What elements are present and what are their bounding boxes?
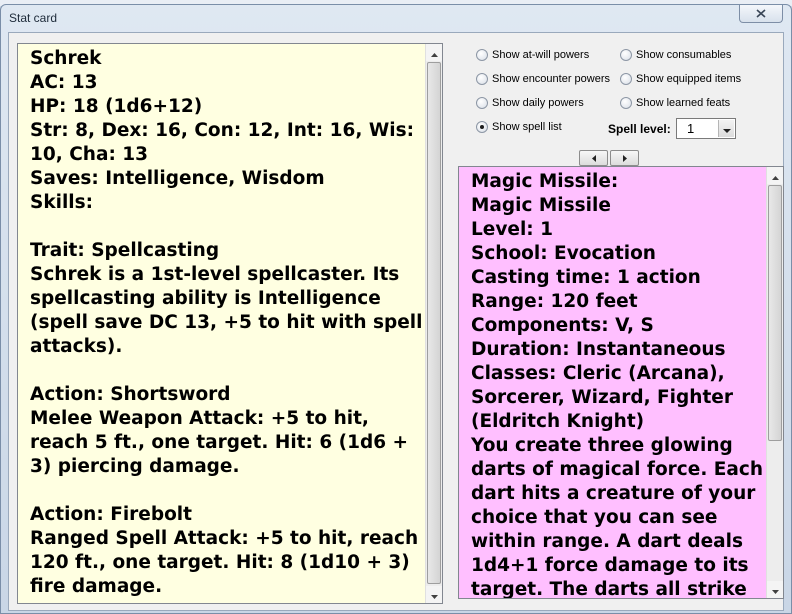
window-title: Stat card bbox=[9, 11, 58, 25]
scroll-up-button[interactable] bbox=[767, 167, 783, 184]
option-equipped-items[interactable]: Show equipped items bbox=[620, 71, 741, 87]
stat-block-panel[interactable]: Schrek AC: 13 HP: 18 (1d6+12) Str: 8, De… bbox=[17, 43, 443, 604]
radio-feats[interactable] bbox=[620, 97, 632, 109]
previous-spell-button[interactable] bbox=[579, 150, 608, 166]
close-icon bbox=[756, 9, 766, 18]
scroll-up-icon bbox=[771, 167, 779, 185]
close-button[interactable] bbox=[739, 5, 783, 23]
scroll-thumb[interactable] bbox=[768, 185, 782, 441]
option-at-will-powers[interactable]: Show at-will powers bbox=[476, 47, 589, 63]
radio-encounter[interactable] bbox=[476, 73, 488, 85]
option-label: Show encounter powers bbox=[492, 73, 611, 85]
chevron-down-icon bbox=[722, 120, 731, 138]
option-encounter-powers[interactable]: Show encounter powers bbox=[476, 71, 610, 87]
option-label: Show equipped items bbox=[636, 73, 742, 85]
spell-level-dropdown-button[interactable] bbox=[718, 120, 734, 137]
spell-level-value: 1 bbox=[687, 121, 695, 136]
option-label: Show at-will powers bbox=[492, 49, 590, 61]
option-label: Show learned feats bbox=[636, 97, 731, 109]
option-learned-feats[interactable]: Show learned feats bbox=[620, 95, 730, 111]
radio-equipped[interactable] bbox=[620, 73, 632, 85]
radio-daily[interactable] bbox=[476, 97, 488, 109]
scroll-down-button[interactable] bbox=[767, 581, 783, 598]
scroll-up-icon bbox=[430, 44, 438, 62]
spell-level-select[interactable]: 1 bbox=[676, 118, 736, 139]
radio-spell-list[interactable] bbox=[476, 121, 488, 133]
option-daily-powers[interactable]: Show daily powers bbox=[476, 95, 584, 111]
arrow-right-icon bbox=[622, 149, 627, 167]
stat-block-text: Schrek AC: 13 HP: 18 (1d6+12) Str: 8, De… bbox=[30, 48, 423, 597]
spell-detail-text: Magic Missile: Magic Missile Level: 1 Sc… bbox=[471, 171, 764, 598]
option-spell-list[interactable]: Show spell list bbox=[476, 119, 562, 135]
stat-block-scrollbar[interactable] bbox=[425, 44, 442, 603]
option-label: Show consumables bbox=[636, 49, 732, 61]
stat-card-window: Stat card Schrek AC: 13 HP: 18 (1d6+12) … bbox=[0, 4, 792, 614]
dialog-client-area: Schrek AC: 13 HP: 18 (1d6+12) Str: 8, De… bbox=[8, 32, 784, 611]
spell-level-label: Spell level: bbox=[608, 122, 671, 136]
scroll-down-button[interactable] bbox=[426, 586, 442, 603]
radio-at-will[interactable] bbox=[476, 49, 488, 61]
next-spell-button[interactable] bbox=[610, 150, 639, 166]
scroll-down-icon bbox=[771, 581, 779, 599]
scroll-down-icon bbox=[430, 586, 438, 604]
scroll-thumb[interactable] bbox=[427, 62, 441, 584]
option-label: Show spell list bbox=[492, 121, 562, 133]
title-bar[interactable]: Stat card bbox=[1, 5, 791, 31]
option-label: Show daily powers bbox=[492, 97, 584, 109]
spell-detail-scrollbar[interactable] bbox=[766, 167, 783, 598]
radio-consumables[interactable] bbox=[620, 49, 632, 61]
spell-detail-panel[interactable]: Magic Missile: Magic Missile Level: 1 Sc… bbox=[458, 166, 784, 599]
scroll-up-button[interactable] bbox=[426, 44, 442, 61]
arrow-left-icon bbox=[591, 149, 596, 167]
option-consumables[interactable]: Show consumables bbox=[620, 47, 731, 63]
